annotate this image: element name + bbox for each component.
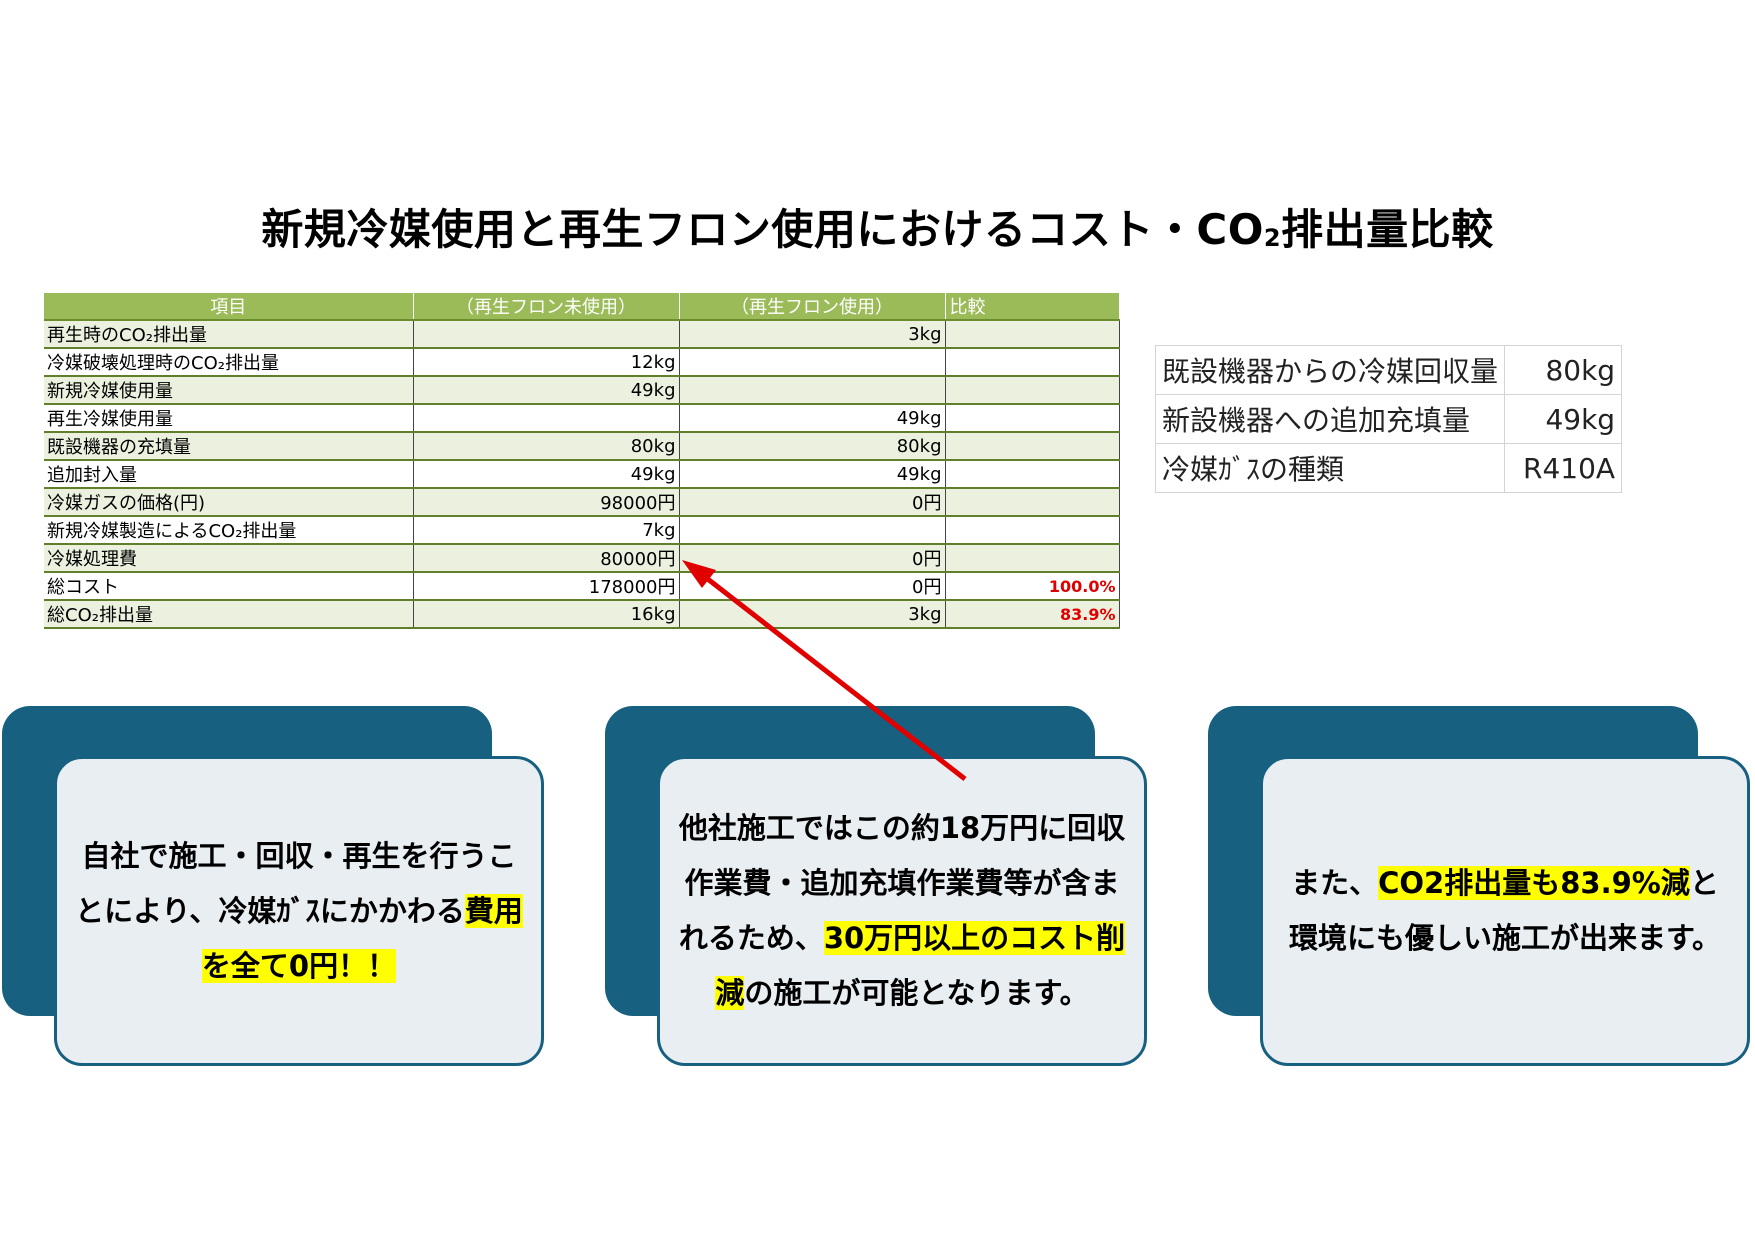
cell-with: 0円 <box>679 488 946 517</box>
cell-comparison <box>945 460 1120 489</box>
table-row: 新規冷媒使用量 49kg <box>44 376 1120 405</box>
cell-comparison <box>945 348 1120 377</box>
info-value: R410A <box>1504 443 1623 493</box>
cell-without: 98000円 <box>413 488 680 517</box>
cell-comparison: 83.9% <box>945 600 1120 629</box>
cell-without <box>413 404 680 433</box>
row-label: 総コスト <box>44 572 414 601</box>
cell-with: 0円 <box>679 572 946 601</box>
info-label: 冷媒ｶﾞｽの種類 <box>1154 443 1506 493</box>
cell-without: 12kg <box>413 348 680 377</box>
row-label: 新規冷媒製造によるCO₂排出量 <box>44 516 414 545</box>
card-1-text: 自社で施工・回収・再生を行うことにより、冷媒ｶﾞｽにかかわる費用を全て0円！！ <box>75 829 523 994</box>
info-label: 既設機器からの冷媒回収量 <box>1154 345 1506 395</box>
info-value: 80kg <box>1504 345 1623 395</box>
table-row: 既設機器からの冷媒回収量 80kg <box>1154 345 1623 395</box>
table-row: 冷媒破壊処理時のCO₂排出量 12kg <box>44 348 1120 377</box>
cell-comparison <box>945 376 1120 405</box>
row-label: 総CO₂排出量 <box>44 600 414 629</box>
row-label: 再生時のCO₂排出量 <box>44 320 414 349</box>
cell-with: 3kg <box>679 600 946 629</box>
cell-with <box>679 348 946 377</box>
card-2: 他社施工ではこの約18万円に回収作業費・追加充填作業費等が含まれるため、30万円… <box>657 756 1147 1066</box>
cell-with: 49kg <box>679 460 946 489</box>
card-1-text-main: 自社で施工・回収・再生を行うことにより、冷媒ｶﾞｽにかかわる <box>75 838 517 928</box>
card-2-text: 他社施工ではこの約18万円に回収作業費・追加充填作業費等が含まれるため、30万円… <box>678 801 1126 1021</box>
cell-comparison <box>945 432 1120 461</box>
cell-without: 49kg <box>413 460 680 489</box>
cell-with <box>679 516 946 545</box>
cell-with: 49kg <box>679 404 946 433</box>
cell-without <box>413 320 680 349</box>
cell-with: 3kg <box>679 320 946 349</box>
row-label: 既設機器の充填量 <box>44 432 414 461</box>
card-1: 自社で施工・回収・再生を行うことにより、冷媒ｶﾞｽにかかわる費用を全て0円！！ <box>54 756 544 1066</box>
header-without-recycled: （再生フロン未使用） <box>413 293 680 321</box>
cell-with: 80kg <box>679 432 946 461</box>
row-label: 再生冷媒使用量 <box>44 404 414 433</box>
cell-comparison <box>945 516 1120 545</box>
table-row: 新規冷媒製造によるCO₂排出量 7kg <box>44 516 1120 545</box>
table-row: 冷媒ガスの価格(円) 98000円 0円 <box>44 488 1120 517</box>
card-3: また、CO2排出量も83.9%減と環境にも優しい施工が出来ます。 <box>1260 756 1750 1066</box>
cell-with: 0円 <box>679 544 946 573</box>
table-row: 再生時のCO₂排出量 3kg <box>44 320 1120 349</box>
card-2-text-end: の施工が可能となります。 <box>744 976 1089 1010</box>
cell-without: 7kg <box>413 516 680 545</box>
card-3-text-main: また、 <box>1291 866 1379 900</box>
row-label: 冷媒ガスの価格(円) <box>44 488 414 517</box>
card-3-text: また、CO2排出量も83.9%減と環境にも優しい施工が出来ます。 <box>1281 856 1729 966</box>
title-subscript: 2 <box>1263 224 1282 252</box>
cell-without: 16kg <box>413 600 680 629</box>
cell-comparison: 100.0% <box>945 572 1120 601</box>
table-header-row: 項目 （再生フロン未使用） （再生フロン使用） 比較 <box>44 293 1120 321</box>
table-row: 冷媒処理費 80000円 0円 <box>44 544 1120 573</box>
cell-without: 49kg <box>413 376 680 405</box>
table-row: 再生冷媒使用量 49kg <box>44 404 1120 433</box>
table-row: 総コスト 178000円 0円 100.0% <box>44 572 1120 601</box>
title-text: 新規冷媒使用と再生フロン使用におけるコスト・CO <box>261 205 1264 254</box>
cell-comparison <box>945 320 1120 349</box>
table-row: 追加封入量 49kg 49kg <box>44 460 1120 489</box>
cell-without: 80000円 <box>413 544 680 573</box>
cell-with <box>679 376 946 405</box>
page-title: 新規冷媒使用と再生フロン使用におけるコスト・CO2排出量比較 <box>0 196 1755 257</box>
title-text-end: 排出量比較 <box>1281 205 1494 254</box>
row-label: 冷媒処理費 <box>44 544 414 573</box>
table-row: 冷媒ｶﾞｽの種類 R410A <box>1154 443 1623 493</box>
info-value: 49kg <box>1504 394 1623 444</box>
row-label: 冷媒破壊処理時のCO₂排出量 <box>44 348 414 377</box>
info-label: 新設機器への追加充填量 <box>1154 394 1506 444</box>
cell-comparison <box>945 544 1120 573</box>
cell-without: 80kg <box>413 432 680 461</box>
card-3-highlight: CO2排出量も83.9%減 <box>1378 866 1690 900</box>
cell-comparison <box>945 404 1120 433</box>
header-with-recycled: （再生フロン使用） <box>679 293 946 321</box>
table-row: 総CO₂排出量 16kg 3kg 83.9% <box>44 600 1120 629</box>
cell-without: 178000円 <box>413 572 680 601</box>
row-label: 追加封入量 <box>44 460 414 489</box>
row-label: 新規冷媒使用量 <box>44 376 414 405</box>
header-item: 項目 <box>44 293 414 321</box>
header-comparison: 比較 <box>945 293 1120 321</box>
table-row: 新設機器への追加充填量 49kg <box>1154 394 1623 444</box>
comparison-table: 項目 （再生フロン未使用） （再生フロン使用） 比較 再生時のCO₂排出量 3k… <box>44 293 1120 629</box>
table-row: 既設機器の充填量 80kg 80kg <box>44 432 1120 461</box>
refrigerant-info-table: 既設機器からの冷媒回収量 80kg 新設機器への追加充填量 49kg 冷媒ｶﾞｽ… <box>1154 345 1623 493</box>
cell-comparison <box>945 488 1120 517</box>
